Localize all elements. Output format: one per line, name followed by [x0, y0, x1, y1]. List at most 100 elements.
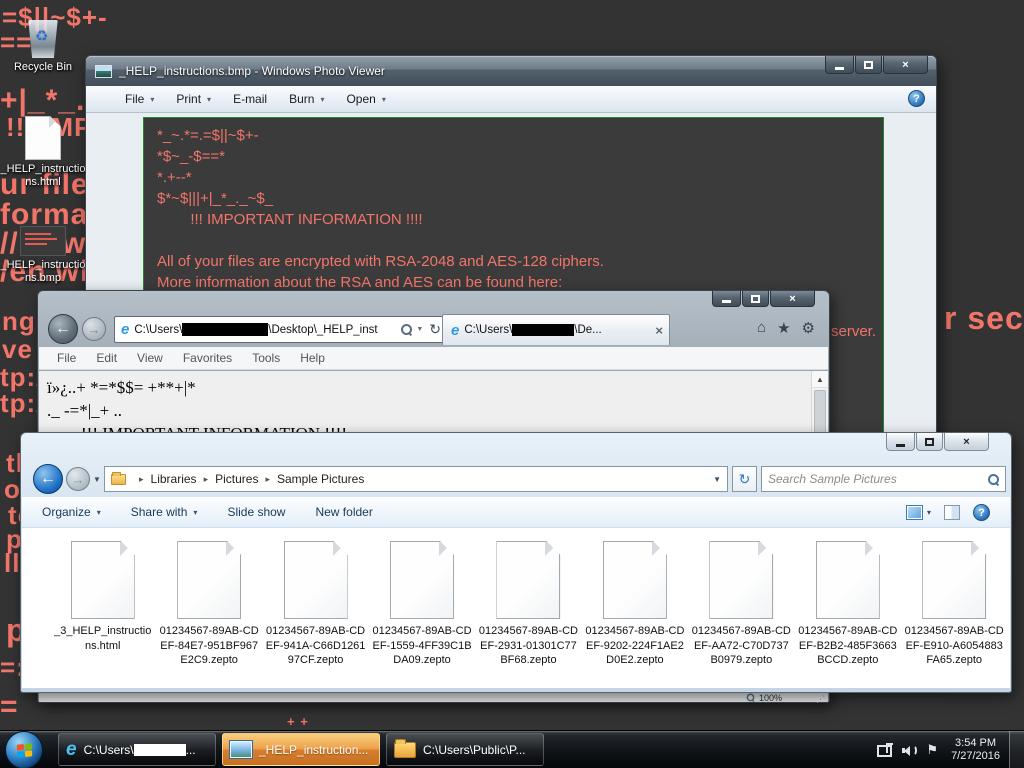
photo-viewer-window-controls: × — [825, 56, 928, 74]
menu-email[interactable]: E-mail — [222, 88, 278, 110]
back-button[interactable]: ← — [33, 464, 63, 494]
file-name: 01234567-89AB-CDEF-E910-A6054883FA65.zep… — [904, 624, 1005, 668]
desktop: { "desktop": { "icons": { "recycle_bin":… — [0, 0, 1024, 768]
minimize-button[interactable] — [712, 291, 741, 307]
menu-file[interactable]: File▾ — [114, 88, 165, 110]
taskbar: e C:\Users\... _HELP_instruction... C:\U… — [0, 730, 1024, 768]
ie-icon: e — [66, 739, 77, 761]
search-box[interactable] — [761, 466, 1006, 492]
file-item[interactable]: 01234567-89AB-CDEF-2931-01301C77BF68.zep… — [478, 541, 579, 668]
menu-edit[interactable]: Edit — [86, 348, 127, 368]
breadcrumb-separator-icon: ▸ — [204, 474, 209, 485]
menu-favorites[interactable]: Favorites — [173, 348, 242, 368]
scroll-up-icon[interactable]: ▲ — [812, 371, 828, 388]
maximize-button[interactable] — [916, 433, 943, 451]
file-item[interactable]: 01234567-89AB-CDEF-9202-224F1AE2D0E2.zep… — [584, 541, 685, 668]
taskbar-button-photo-viewer[interactable]: _HELP_instruction... — [222, 733, 380, 766]
history-dropdown-icon[interactable]: ▼ — [93, 475, 101, 484]
home-icon[interactable]: ⌂ — [757, 319, 766, 337]
chevron-down-icon[interactable]: ▼ — [713, 475, 721, 484]
help-icon[interactable]: ? — [908, 90, 925, 107]
minimize-button[interactable] — [825, 56, 854, 74]
search-icon[interactable] — [401, 324, 412, 335]
views-icon — [906, 505, 923, 520]
menu-open[interactable]: Open▾ — [335, 88, 396, 110]
back-arrow-icon: ← — [40, 470, 56, 488]
file-item[interactable]: 01234567-89AB-CDEF-1559-4FF39C1BDA09.zep… — [371, 541, 472, 668]
close-button[interactable]: × — [944, 433, 989, 451]
zoom-level[interactable]: 100% — [745, 692, 782, 703]
chevron-down-icon: ▾ — [193, 508, 197, 517]
menu-file[interactable]: File — [47, 348, 86, 368]
file-item[interactable]: 01234567-89AB-CDEF-AA72-C70D737B0979.zep… — [691, 541, 792, 668]
file-name: 01234567-89AB-CDEF-1559-4FF39C1BDA09.zep… — [371, 624, 472, 668]
taskbar-button-explorer[interactable]: C:\Users\Public\P... — [386, 733, 544, 766]
tab-close-icon[interactable]: × — [655, 323, 663, 338]
speaker-icon[interactable] — [902, 744, 917, 757]
file-icon — [177, 541, 241, 619]
refresh-button[interactable]: ↻ — [732, 466, 757, 492]
file-name: 01234567-89AB-CDEF-9202-224F1AE2D0E2.zep… — [584, 624, 685, 668]
desktop-icon-help-html[interactable]: _HELP_instructions.html — [0, 116, 86, 189]
file-icon — [71, 541, 135, 619]
folder-icon — [111, 474, 126, 485]
breadcrumb-pictures[interactable]: Pictures — [215, 472, 258, 486]
refresh-icon[interactable]: ↻ — [429, 321, 441, 338]
search-input[interactable] — [768, 472, 988, 486]
address-breadcrumb-bar[interactable]: ▸ Libraries ▸ Pictures ▸ Sample Pictures… — [104, 466, 728, 492]
search-icon[interactable] — [988, 474, 999, 485]
redacted-username — [512, 324, 574, 336]
close-button[interactable]: × — [770, 291, 815, 307]
maximize-button[interactable] — [855, 56, 882, 74]
back-arrow-icon: ← — [55, 320, 71, 338]
share-with-button[interactable]: Share with▾ — [131, 505, 198, 519]
network-icon[interactable] — [877, 743, 893, 757]
ie-navigation-bar: ← → e C:\Users\\Desktop\_HELP_inst ▼ ↻ e… — [38, 313, 829, 347]
menu-view[interactable]: View — [127, 348, 173, 368]
forward-button[interactable]: → — [82, 317, 106, 341]
chevron-down-icon[interactable]: ▼ — [416, 326, 423, 333]
help-icon[interactable]: ? — [973, 504, 990, 521]
resize-grip[interactable]: ⋰ — [816, 694, 825, 705]
file-name: 01234567-89AB-CDEF-AA72-C70D737B0979.zep… — [691, 624, 792, 668]
change-view-button[interactable]: ▾ — [906, 505, 931, 520]
action-center-flag-icon[interactable]: ⚑ — [926, 742, 938, 758]
file-item[interactable]: 01234567-89AB-CDEF-E910-A6054883FA65.zep… — [904, 541, 1005, 668]
photo-viewer-titlebar[interactable]: _HELP_instructions.bmp - Windows Photo V… — [86, 56, 936, 86]
breadcrumb-libraries[interactable]: Libraries — [151, 472, 197, 486]
breadcrumb-sample-pictures[interactable]: Sample Pictures — [277, 472, 364, 486]
gear-icon[interactable]: ⚙ — [802, 319, 815, 337]
wallpaper-fragment: ve — [2, 334, 33, 365]
system-tray: ⚑ 3:54 PM 7/27/2016 — [877, 731, 1004, 768]
show-desktop-button[interactable] — [1009, 731, 1024, 768]
file-item[interactable]: 01234567-89AB-CDEF-941A-C66D126197CF.zep… — [265, 541, 366, 668]
desktop-icon-help-bmp[interactable]: _HELP_instructions.bmp — [0, 226, 86, 285]
file-item[interactable]: 01234567-89AB-CDEF-B2B2-485F3663BCCD.zep… — [797, 541, 898, 668]
forward-button[interactable]: → — [66, 467, 90, 491]
back-button[interactable]: ← — [48, 314, 78, 344]
taskbar-button-ie[interactable]: e C:\Users\... — [58, 733, 216, 766]
start-button[interactable] — [5, 731, 43, 768]
file-item[interactable]: 01234567-89AB-CDEF-84E7-951BF967E2C9.zep… — [158, 541, 259, 668]
wallpaper-fragment: = — [0, 690, 19, 724]
menu-print[interactable]: Print▾ — [165, 88, 222, 110]
taskbar-clock[interactable]: 3:54 PM 7/27/2016 — [947, 737, 1004, 763]
file-icon — [284, 541, 348, 619]
desktop-icon-recycle-bin[interactable]: ♻ Recycle Bin — [0, 20, 86, 74]
favorites-star-icon[interactable]: ★ — [777, 319, 790, 337]
browser-tab[interactable]: e C:\Users\\De... × — [442, 314, 670, 345]
close-button[interactable]: × — [883, 56, 928, 74]
file-item[interactable]: _3_HELP_instructions.html — [52, 541, 153, 653]
menu-help[interactable]: Help — [290, 348, 335, 368]
menu-tools[interactable]: Tools — [242, 348, 290, 368]
minimize-button[interactable] — [886, 433, 915, 451]
photo-viewer-menubar: File▾ Print▾ E-mail Burn▾ Open▾ ? — [86, 86, 936, 113]
menu-burn[interactable]: Burn▾ — [278, 88, 335, 110]
preview-pane-icon[interactable] — [944, 505, 960, 520]
organize-button[interactable]: Organize▾ — [42, 505, 101, 519]
new-folder-button[interactable]: New folder — [315, 505, 372, 519]
ie-window-controls: × — [712, 291, 815, 307]
address-bar[interactable]: e C:\Users\\Desktop\_HELP_inst ▼ ↻ — [114, 316, 446, 343]
maximize-button[interactable] — [742, 291, 769, 307]
slide-show-button[interactable]: Slide show — [227, 505, 285, 519]
